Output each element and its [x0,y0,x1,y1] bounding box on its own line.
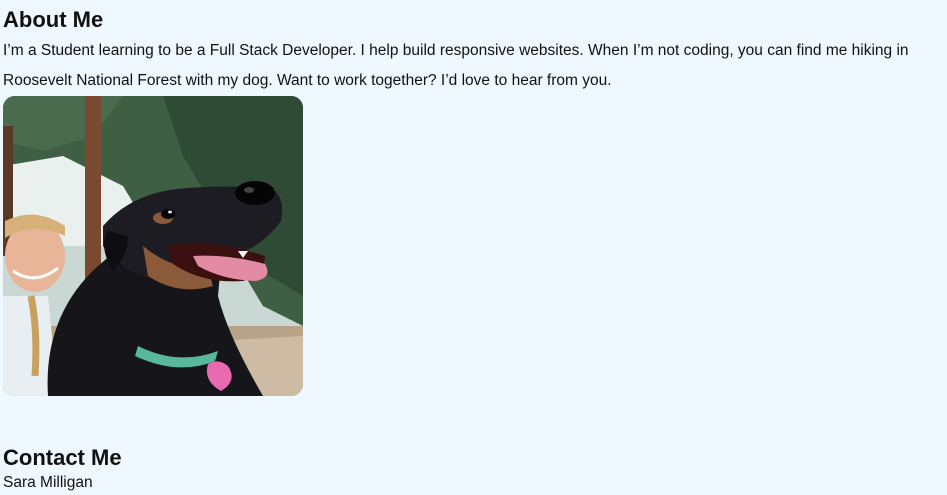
about-heading: About Me [3,7,104,32]
about-text: I’m a Student learning to be a Full Stac… [3,42,909,89]
dog-photo [3,96,303,396]
contact-name: Sara Milligan [3,474,93,491]
dog-photo-image [3,96,303,396]
contact-heading: Contact Me [3,445,122,470]
page: About Me I’m a Student learning to be a … [0,0,947,495]
